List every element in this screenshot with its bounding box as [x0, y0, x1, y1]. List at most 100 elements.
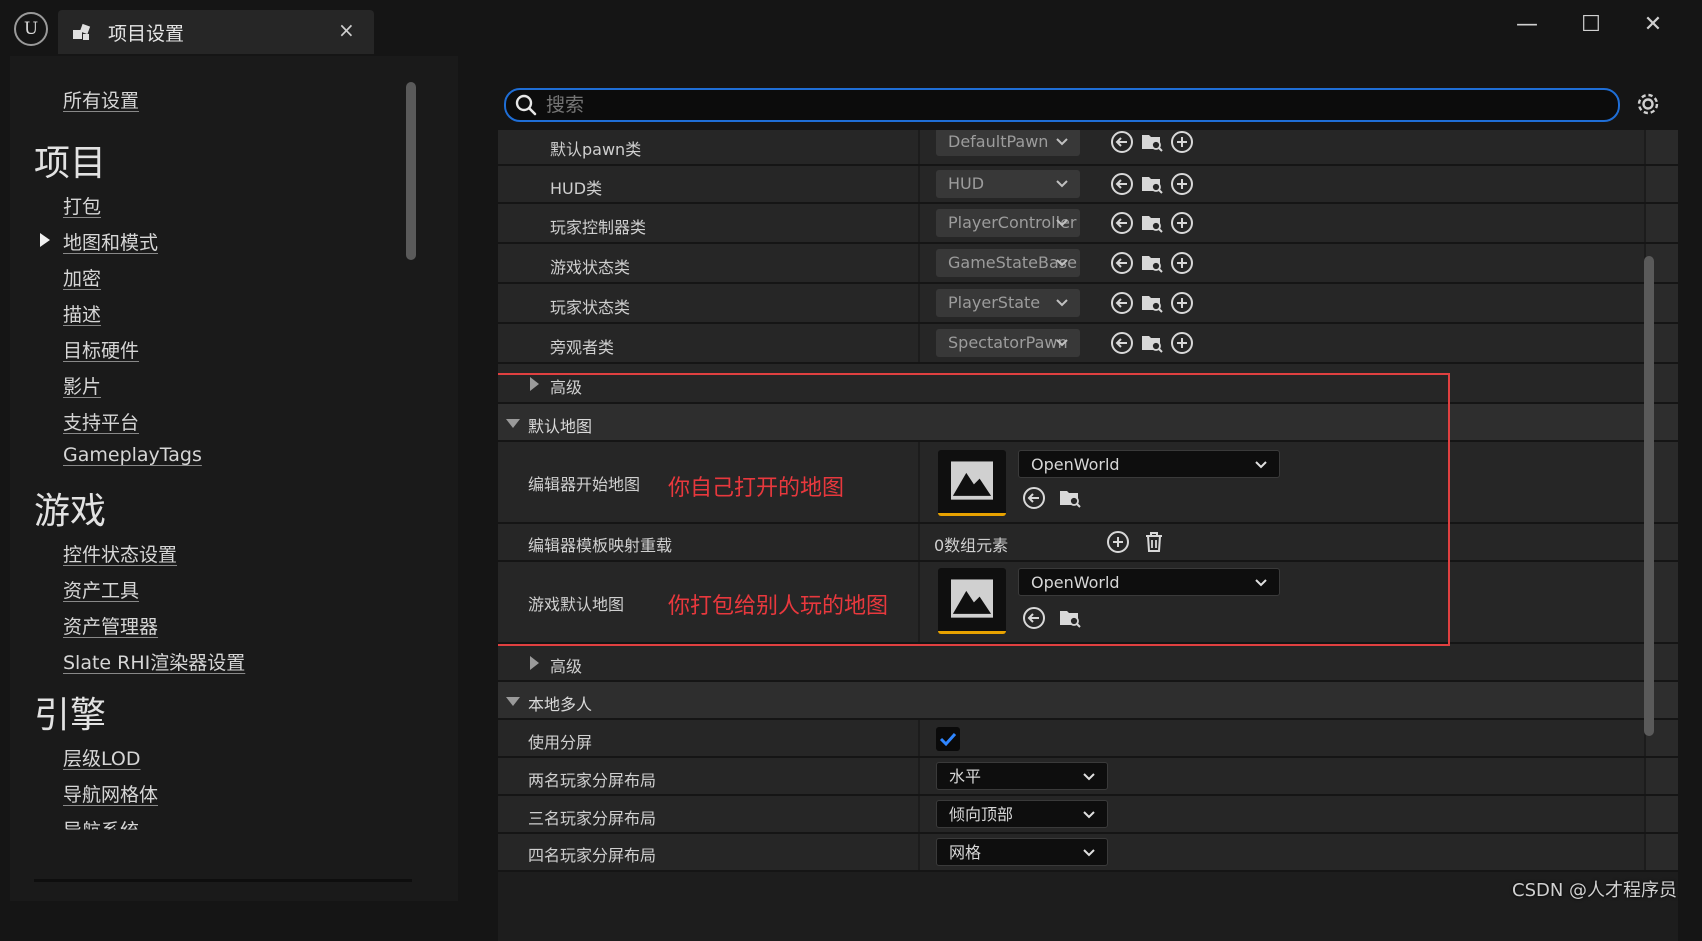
use-selected-arrow-icon[interactable]: [1110, 251, 1134, 275]
sidebar-item-asset-manager[interactable]: 资产管理器: [63, 612, 158, 639]
use-selected-arrow-icon[interactable]: [1110, 291, 1134, 315]
sidebar-item-navmesh[interactable]: 导航网格体: [63, 780, 158, 807]
class-dropdown[interactable]: HUD: [936, 170, 1080, 198]
chevron-down-icon: [1083, 811, 1095, 819]
selected-arrow-icon: [40, 233, 50, 247]
sidebar-item-encryption[interactable]: 加密: [63, 264, 101, 291]
gear-icon[interactable]: [1634, 90, 1662, 118]
dropdown-value: DefaultPawn: [948, 132, 1049, 151]
class-dropdown[interactable]: PlayerState: [936, 289, 1080, 317]
collapse-arrow-icon[interactable]: [506, 697, 520, 706]
property-row-use-splitscreen: 使用分屏: [498, 720, 1678, 758]
sidebar-item-navigation-system[interactable]: 导航系统: [63, 816, 139, 830]
tab-project-settings[interactable]: 项目设置 ×: [58, 10, 374, 54]
add-circle-icon[interactable]: [1170, 172, 1194, 196]
add-circle-icon[interactable]: [1170, 331, 1194, 355]
property-row: 玩家控制器类 PlayerController: [498, 204, 1678, 244]
layout-dropdown[interactable]: 网格: [936, 838, 1108, 866]
class-dropdown[interactable]: GameStateBase: [936, 249, 1080, 277]
property-label: 游戏状态类: [550, 258, 631, 277]
dropdown-value: 倾向顶部: [949, 805, 1014, 824]
use-selected-arrow-icon[interactable]: [1022, 486, 1046, 510]
property-row-two-player-layout: 两名玩家分屏布局 水平: [498, 758, 1678, 796]
dropdown-value: HUD: [948, 174, 985, 193]
map-dropdown[interactable]: OpenWorld: [1018, 450, 1280, 478]
use-selected-arrow-icon[interactable]: [1110, 211, 1134, 235]
tab-close-button[interactable]: ×: [338, 18, 355, 42]
browse-folder-icon[interactable]: [1058, 606, 1082, 630]
section-header-local-multiplayer[interactable]: 本地多人: [498, 682, 1678, 720]
map-thumbnail[interactable]: [938, 568, 1006, 634]
sidebar-item-asset-tools[interactable]: 资产工具: [63, 576, 139, 603]
search-input[interactable]: [546, 90, 1546, 120]
browse-folder-icon[interactable]: [1140, 211, 1164, 235]
sidebar-item-gameplaytags[interactable]: GameplayTags: [63, 444, 202, 466]
map-icon: [951, 461, 993, 500]
sidebar-item-target-hardware[interactable]: 目标硬件: [63, 336, 139, 363]
maximize-button[interactable]: ☐: [1566, 8, 1616, 42]
add-circle-icon[interactable]: [1106, 530, 1130, 554]
sidebar-item-supported-platforms[interactable]: 支持平台: [63, 408, 139, 435]
class-dropdown[interactable]: SpectatorPawn: [936, 329, 1080, 357]
sidebar-item-packaging[interactable]: 打包: [63, 192, 101, 219]
class-dropdown[interactable]: PlayerController: [936, 209, 1080, 237]
sidebar-category-project: 项目: [34, 143, 107, 184]
sidebar-item-hlod[interactable]: 层级LOD: [63, 744, 141, 771]
property-row-four-player-layout: 四名玩家分屏布局 网格: [498, 834, 1678, 872]
layout-dropdown[interactable]: 倾向顶部: [936, 800, 1108, 828]
expand-arrow-icon[interactable]: [530, 377, 539, 391]
sidebar-category-game: 游戏: [34, 491, 107, 532]
property-label: 两名玩家分屏布局: [528, 771, 657, 790]
expand-arrow-icon[interactable]: [530, 656, 539, 670]
section-header-default-maps[interactable]: 默认地图: [498, 404, 1678, 442]
details-panel: 默认pawn类 DefaultPawn HUD类 HUD 玩家控制器类 Play…: [458, 56, 1702, 941]
array-count: 0数组元素: [934, 536, 1009, 555]
chevron-down-icon: [1056, 339, 1068, 347]
use-selected-arrow-icon[interactable]: [1022, 606, 1046, 630]
add-circle-icon[interactable]: [1170, 291, 1194, 315]
details-scrollbar[interactable]: [1644, 256, 1654, 736]
map-dropdown[interactable]: OpenWorld: [1018, 568, 1280, 596]
property-label: 使用分屏: [528, 733, 593, 752]
sidebar-scrollbar[interactable]: [406, 82, 416, 260]
property-grid: 默认pawn类 DefaultPawn HUD类 HUD 玩家控制器类 Play…: [498, 130, 1678, 941]
add-circle-icon[interactable]: [1170, 251, 1194, 275]
sidebar-item-description[interactable]: 描述: [63, 300, 101, 327]
advanced-row[interactable]: 高级: [498, 644, 1678, 682]
browse-folder-icon[interactable]: [1140, 251, 1164, 275]
map-thumbnail[interactable]: [938, 450, 1006, 516]
use-selected-arrow-icon[interactable]: [1110, 331, 1134, 355]
layout-dropdown[interactable]: 水平: [936, 762, 1108, 790]
close-window-button[interactable]: ✕: [1628, 8, 1678, 42]
property-row-editor-startup-map: 编辑器开始地图 你自己打开的地图 OpenWorld: [498, 442, 1678, 524]
advanced-label: 高级: [550, 657, 583, 676]
use-selected-arrow-icon[interactable]: [1110, 172, 1134, 196]
browse-folder-icon[interactable]: [1140, 130, 1164, 154]
browse-folder-icon[interactable]: [1058, 486, 1082, 510]
collapse-arrow-icon[interactable]: [506, 419, 520, 428]
browse-folder-icon[interactable]: [1140, 172, 1164, 196]
sidebar-item-movies[interactable]: 影片: [63, 372, 101, 399]
sidebar-category-engine: 引擎: [34, 695, 107, 736]
class-dropdown[interactable]: DefaultPawn: [936, 130, 1080, 156]
property-label: 四名玩家分屏布局: [528, 846, 657, 865]
add-circle-icon[interactable]: [1170, 211, 1194, 235]
settings-cubes-icon: [73, 23, 91, 40]
sidebar-item-slate-rhi[interactable]: Slate RHI渲染器设置: [63, 648, 245, 675]
unreal-logo-icon[interactable]: U: [14, 12, 48, 46]
add-circle-icon[interactable]: [1170, 130, 1194, 154]
sidebar-item-widget-state[interactable]: 控件状态设置: [63, 540, 177, 567]
advanced-row[interactable]: 高级: [498, 364, 1678, 404]
sidebar-item-all-settings[interactable]: 所有设置: [63, 86, 139, 113]
trash-icon[interactable]: [1142, 530, 1166, 554]
use-selected-arrow-icon[interactable]: [1110, 130, 1134, 154]
minimize-button[interactable]: —: [1502, 8, 1552, 42]
property-label: 游戏默认地图: [528, 595, 625, 614]
property-label: 玩家控制器类: [550, 218, 647, 237]
search-box[interactable]: [504, 88, 1620, 122]
sidebar-item-maps-modes[interactable]: 地图和模式: [63, 228, 158, 255]
browse-folder-icon[interactable]: [1140, 291, 1164, 315]
splitscreen-checkbox[interactable]: [936, 727, 960, 751]
property-label: HUD类: [550, 179, 603, 198]
browse-folder-icon[interactable]: [1140, 331, 1164, 355]
